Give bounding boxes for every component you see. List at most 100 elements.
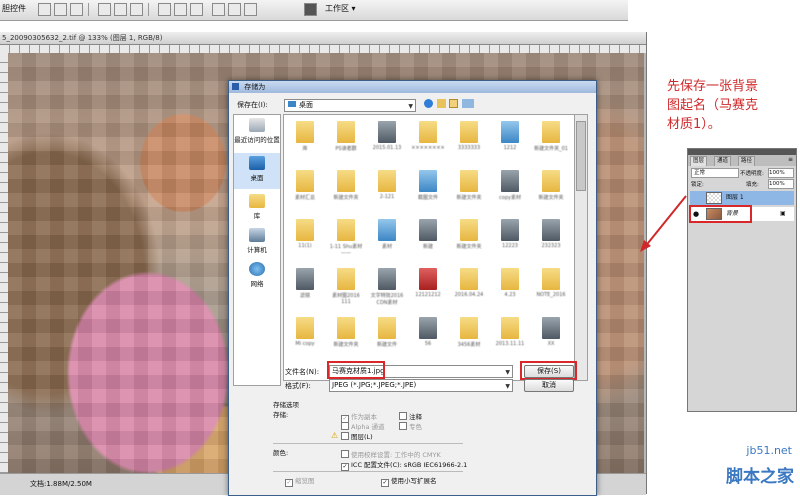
chevron-down-icon: ▼: [505, 383, 510, 390]
panel-menu-icon[interactable]: ≡: [788, 156, 793, 163]
file-item[interactable]: 2015.01.13: [368, 119, 406, 163]
file-item[interactable]: 新建文件夹: [532, 168, 570, 212]
file-icon: [501, 219, 519, 241]
file-label: 截图文件: [417, 195, 438, 201]
fill-label: 填充:: [746, 182, 759, 188]
file-item[interactable]: 新建文件: [368, 315, 406, 359]
folder-icon: [542, 170, 560, 192]
horizontal-ruler[interactable]: [0, 45, 646, 53]
opacity-field[interactable]: 100%: [768, 168, 794, 178]
proof-setup-checkbox[interactable]: 使用校样设置: 工作中的 CMYK: [341, 449, 441, 459]
file-item[interactable]: 新建文件夹: [450, 168, 488, 212]
view-menu-icon[interactable]: [462, 99, 474, 108]
align-bottom-icon[interactable]: [70, 3, 83, 16]
file-item[interactable]: ××××××××: [409, 119, 447, 163]
file-item[interactable]: 新建文件夹_01: [532, 119, 570, 163]
file-item[interactable]: 新建: [409, 217, 447, 261]
tab-layers[interactable]: 图层: [690, 156, 708, 166]
align-middle-icon[interactable]: [54, 3, 67, 16]
file-item[interactable]: 232323: [532, 217, 570, 261]
file-item[interactable]: PS读者群: [327, 119, 365, 163]
align-left-icon[interactable]: [98, 3, 111, 16]
lowercase-extension-checkbox[interactable]: ✓ 使用小写扩展名: [381, 475, 437, 487]
fill-field[interactable]: 100%: [768, 179, 794, 189]
file-item[interactable]: 3333333: [450, 119, 488, 163]
layers-checkbox[interactable]: 图层(L): [341, 431, 373, 441]
thumbnail-checkbox[interactable]: ✓ 缩览图: [285, 475, 315, 487]
document-size-status: 文档:1.88M/2.50M: [30, 480, 92, 488]
document-tab[interactable]: 5_20090305632_2.tif @ 133% (图层 1, RGB/8): [0, 32, 646, 45]
distribute-middle-icon[interactable]: [174, 3, 187, 16]
file-item[interactable]: 素材图2016 111: [327, 266, 365, 310]
folder-icon: [460, 219, 478, 241]
up-folder-icon[interactable]: [437, 99, 446, 108]
icc-profile-checkbox[interactable]: ✓ ICC 配置文件(C): sRGB IEC61966-2.1: [341, 459, 467, 471]
file-item[interactable]: 11(1): [286, 217, 324, 261]
file-item[interactable]: 3456素材: [450, 315, 488, 359]
align-center-icon[interactable]: [114, 3, 127, 16]
file-item[interactable]: 新建文件夹: [327, 315, 365, 359]
workspace-menu[interactable]: 工作区 ▾: [325, 3, 356, 14]
file-item[interactable]: 2-121: [368, 168, 406, 212]
annotation-line: 先保存一张背景: [667, 79, 759, 94]
file-item[interactable]: 2013.11.11: [491, 315, 529, 359]
distribute-top-icon[interactable]: [158, 3, 171, 16]
scrollbar-thumb[interactable]: [576, 121, 586, 191]
file-item[interactable]: 截图文件: [409, 168, 447, 212]
folder-icon: [460, 121, 478, 143]
tab-channels[interactable]: 通道: [714, 156, 732, 166]
file-item[interactable]: copy素材: [491, 168, 529, 212]
vertical-ruler[interactable]: [0, 53, 8, 473]
file-item[interactable]: 56: [409, 315, 447, 359]
opacity-value: 100%: [769, 170, 785, 176]
tab-paths[interactable]: 路径: [738, 156, 756, 166]
notes-checkbox[interactable]: 注释: [399, 411, 422, 421]
back-icon[interactable]: [424, 99, 433, 108]
blend-mode-select[interactable]: 正常: [691, 168, 739, 178]
distribute-bottom-icon[interactable]: [190, 3, 203, 16]
alpha-checkbox[interactable]: Alpha 通道: [341, 421, 385, 431]
file-item[interactable]: 2016.04.24: [450, 266, 488, 310]
place-desktop[interactable]: 桌面: [234, 153, 280, 189]
file-list[interactable]: 库 PS读者群 2015.01.13 ×××××××× 3333333 1212 新建文件夹…: [283, 114, 575, 381]
file-item[interactable]: 滤镜: [286, 266, 324, 310]
folder-icon: [501, 317, 519, 339]
place-recent[interactable]: 最近访问的位置: [234, 115, 280, 151]
file-item[interactable]: NOTE_2016: [532, 266, 570, 310]
workspace-icon[interactable]: [304, 3, 317, 16]
place-network[interactable]: 网络: [234, 259, 280, 295]
file-item[interactable]: 12223: [491, 217, 529, 261]
file-item[interactable]: 文字特效2016 CDN素材: [368, 266, 406, 310]
place-computer[interactable]: 计算机: [234, 225, 280, 261]
spot-checkbox[interactable]: 专色: [399, 421, 422, 431]
file-item[interactable]: 12121212: [409, 266, 447, 310]
file-list-scrollbar[interactable]: [574, 114, 588, 381]
file-item[interactable]: 4.23: [491, 266, 529, 310]
distribute-left-icon[interactable]: [212, 3, 225, 16]
file-item[interactable]: Mi copy: [286, 315, 324, 359]
layer-row[interactable]: 图层 1: [690, 191, 794, 205]
file-item[interactable]: XX: [532, 315, 570, 359]
place-library[interactable]: 库: [234, 191, 280, 227]
file-item[interactable]: 新建文件夹: [327, 168, 365, 212]
distribute-center-icon[interactable]: [228, 3, 241, 16]
annotation-text: 先保存一张背景 图起名（马赛克 材质1）。: [667, 77, 787, 134]
file-icon: [501, 121, 519, 143]
save-in-select[interactable]: 桌面 ▼: [284, 99, 416, 112]
cancel-button[interactable]: 取消: [524, 379, 574, 392]
distribute-right-icon[interactable]: [244, 3, 257, 16]
file-label: 文字特效2016 CDN素材: [370, 293, 404, 306]
file-item[interactable]: 新建文件夹: [450, 217, 488, 261]
format-select[interactable]: JPEG (*.JPG;*.JPEG;*.JPE) ▼: [329, 379, 513, 392]
file-item[interactable]: 1212: [491, 119, 529, 163]
file-item[interactable]: 素材: [368, 217, 406, 261]
file-item[interactable]: 素材汇总: [286, 168, 324, 212]
align-top-icon[interactable]: [38, 3, 51, 16]
file-label: Mi copy: [295, 341, 315, 347]
file-item[interactable]: 1-11 Shu素材——: [327, 217, 365, 261]
file-item[interactable]: 库: [286, 119, 324, 163]
place-label: 桌面: [250, 174, 264, 182]
new-folder-icon[interactable]: [449, 99, 458, 108]
dialog-titlebar[interactable]: 存储为: [229, 81, 596, 93]
align-right-icon[interactable]: [130, 3, 143, 16]
